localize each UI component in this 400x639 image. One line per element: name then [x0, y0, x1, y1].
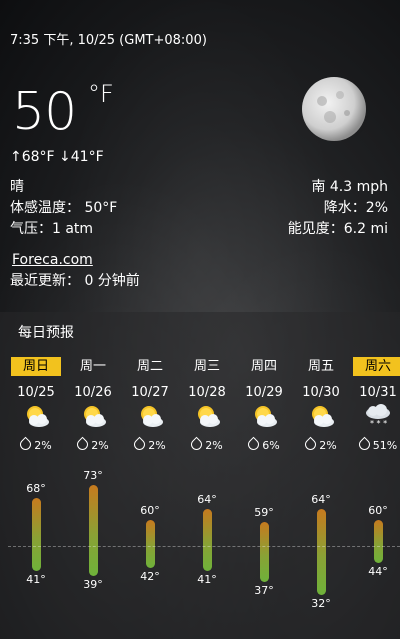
forecast-day-label[interactable]: 周三 [182, 357, 232, 376]
temperature-range-bar [32, 498, 41, 571]
low-temperature-label: 41° [26, 573, 46, 587]
raindrop-icon [74, 436, 91, 453]
forecast-precipitation: 2% [125, 436, 175, 453]
forecast-date: 10/27 [131, 385, 169, 400]
high-temperature-label: 60° [140, 503, 160, 517]
forecast-date: 10/25 [17, 385, 55, 400]
forecast-precipitation: 2% [182, 436, 232, 453]
high-temperature-label: 64° [311, 492, 331, 506]
source-link[interactable]: Foreca.com [12, 252, 93, 268]
forecast-date: 10/29 [245, 385, 283, 400]
low-temperature-label: 32° [311, 597, 331, 611]
partly-sunny-icon [21, 403, 51, 429]
high-temperature-label: 68° [26, 482, 46, 496]
feels-like-text: 体感温度： 50°F [10, 200, 118, 216]
temperature-range-bar [374, 519, 383, 563]
low-temperature-label: 42° [140, 570, 160, 584]
raindrop-icon [302, 436, 319, 453]
forecast-day-label[interactable]: 周六 [353, 357, 400, 376]
snow-cloud-icon: * * * [363, 403, 393, 429]
forecast-precipitation: 2% [296, 436, 346, 453]
high-low-temperature: ↑68°F ↓41°F [10, 149, 104, 165]
temperature-range-bar [146, 519, 155, 569]
current-temperature: 50 [12, 82, 77, 142]
temperature-range-bar [203, 508, 212, 571]
forecast-day-label[interactable]: 周五 [296, 357, 346, 376]
precipitation-chance: 2% [148, 439, 166, 452]
precipitation-chance: 2% [91, 439, 109, 452]
condition-text: 晴 [10, 179, 24, 195]
forecast-day-label[interactable]: 周二 [125, 357, 175, 376]
forecast-date: 10/31 [359, 385, 397, 400]
visibility-text: 能见度：6.2 mi [287, 221, 388, 237]
precipitation-chance: 2% [319, 439, 337, 452]
raindrop-icon [17, 436, 34, 453]
svg-text:* * *: * * * [370, 419, 387, 428]
wind-text: 南 4.3 mph [311, 179, 388, 195]
precipitation-chance: 2% [205, 439, 223, 452]
raindrop-icon [188, 436, 205, 453]
partly-sunny-icon [192, 403, 222, 429]
partly-sunny-icon [135, 403, 165, 429]
high-temperature-label: 64° [197, 492, 217, 506]
high-temperature-label: 59° [254, 506, 274, 520]
partly-sunny-icon [249, 403, 279, 429]
moon-icon [300, 75, 371, 143]
raindrop-icon [356, 436, 373, 453]
raindrop-icon [131, 436, 148, 453]
forecast-date: 10/28 [188, 385, 226, 400]
forecast-day-label[interactable]: 周一 [68, 357, 118, 376]
low-temperature-label: 41° [197, 573, 217, 587]
status-datetime: 7:35 下午, 10/25 (GMT+08:00) [10, 33, 207, 48]
precipitation-text: 降水：2% [323, 200, 388, 216]
forecast-date: 10/30 [302, 385, 340, 400]
pressure-text: 气压：1 atm [10, 221, 94, 237]
low-temperature-label: 39° [83, 578, 103, 592]
forecast-precipitation: 51% [353, 436, 400, 453]
average-dashed-line [8, 546, 400, 547]
last-updated-text: 最近更新： 0 分钟前 [10, 273, 140, 289]
partly-sunny-icon [306, 403, 336, 429]
precipitation-chance: 51% [372, 439, 398, 452]
temperature-range-bar [317, 508, 326, 596]
temperature-range-bar [260, 522, 269, 582]
low-temperature-label: 44° [368, 564, 388, 578]
forecast-precipitation: 2% [11, 436, 61, 453]
forecast-precipitation: 2% [68, 436, 118, 453]
forecast-day-label[interactable]: 周日 [11, 357, 61, 376]
temperature-unit: °F [88, 80, 114, 108]
low-temperature-label: 37° [254, 583, 274, 597]
temperature-range-bar [89, 484, 98, 577]
forecast-precipitation: 6% [239, 436, 289, 453]
forecast-day-label[interactable]: 周四 [239, 357, 289, 376]
precipitation-chance: 2% [34, 439, 52, 452]
raindrop-icon [245, 436, 262, 453]
precipitation-chance: 6% [262, 439, 280, 452]
forecast-date: 10/26 [74, 385, 112, 400]
high-temperature-label: 60° [368, 503, 388, 517]
partly-sunny-icon [78, 403, 108, 429]
daily-forecast-title: 每日预报 [18, 325, 74, 341]
high-temperature-label: 73° [83, 468, 103, 482]
